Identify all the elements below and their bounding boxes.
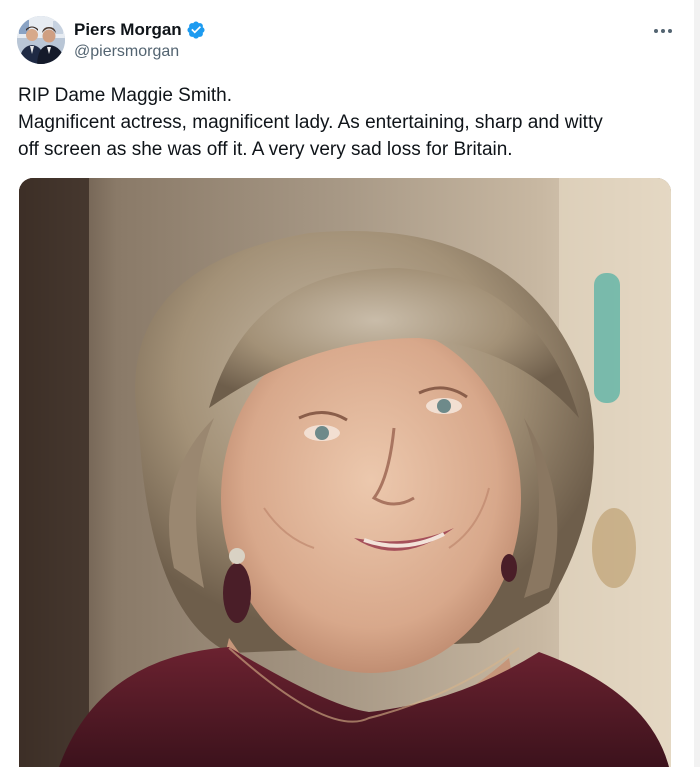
display-name-row: Piers Morgan [74, 19, 206, 41]
verified-badge-icon [186, 20, 206, 40]
display-name[interactable]: Piers Morgan [74, 19, 182, 41]
author-handle[interactable]: @piersmorgan [74, 41, 206, 63]
author-names: Piers Morgan @piersmorgan [74, 19, 206, 63]
portrait-photo-image [19, 178, 671, 767]
tweet-header: Piers Morgan @piersmorgan [17, 16, 680, 66]
tweet-photo[interactable] [19, 178, 671, 767]
avatar[interactable] [17, 16, 65, 64]
tweet-card: Piers Morgan @piersmorgan RIP Dame Maggi… [0, 0, 700, 767]
scrollbar[interactable] [694, 0, 700, 767]
more-horizontal-icon[interactable] [646, 16, 680, 46]
tweet-text: RIP Dame Maggie Smith. Magnificent actre… [18, 82, 678, 163]
tweet-text-line: off screen as she was off it. A very ver… [18, 139, 513, 160]
tweet-text-line: RIP Dame Maggie Smith. [18, 85, 233, 106]
tweet-text-line: Magnificent actress, magnificent lady. A… [18, 112, 603, 133]
